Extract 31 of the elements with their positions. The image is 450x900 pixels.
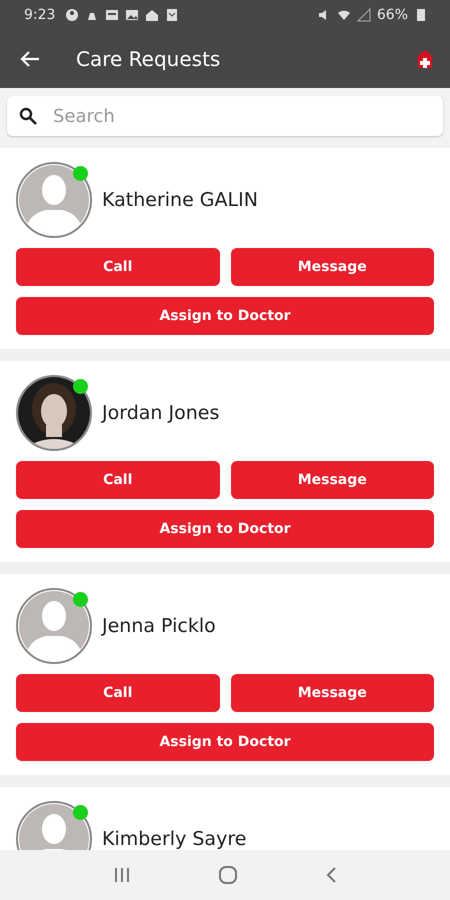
message-button[interactable]: Message: [230, 248, 434, 286]
status-time: 9:23: [24, 7, 56, 23]
patient-name: Jordan Jones: [102, 402, 220, 424]
call-button[interactable]: Call: [16, 461, 220, 499]
signal-icon: [356, 8, 371, 22]
patient-name: Kimberly Sayre: [102, 828, 246, 850]
account-icon: [65, 8, 80, 22]
call-button[interactable]: Call: [16, 248, 220, 286]
avatar-icon: [16, 588, 92, 664]
medical-home-icon[interactable]: [414, 48, 436, 70]
home-icon: [145, 8, 160, 22]
battery-text: 66%: [376, 7, 408, 23]
screen-title: Care Requests: [76, 47, 222, 71]
back-icon[interactable]: [20, 50, 40, 68]
patient-name: Katherine GALIN: [102, 189, 258, 211]
search-field[interactable]: Search: [7, 96, 443, 136]
assign-button[interactable]: Assign to Doctor: [16, 510, 434, 548]
message-button[interactable]: Message: [230, 461, 434, 499]
image-icon: [125, 8, 140, 22]
assign-button[interactable]: Assign to Doctor: [16, 297, 434, 335]
assign-button[interactable]: Assign to Doctor: [16, 723, 434, 761]
avatar-icon: [16, 162, 92, 238]
back-nav-icon[interactable]: [324, 866, 337, 884]
wifi-icon: [336, 8, 351, 22]
patient-name: Jenna Picklo: [102, 615, 216, 637]
call-button[interactable]: Call: [16, 674, 220, 712]
message-button[interactable]: Message: [230, 674, 434, 712]
home-button-icon[interactable]: [218, 865, 238, 885]
search-icon: [19, 107, 37, 125]
battery-icon: [414, 8, 428, 22]
recent-apps-icon[interactable]: [113, 867, 132, 883]
